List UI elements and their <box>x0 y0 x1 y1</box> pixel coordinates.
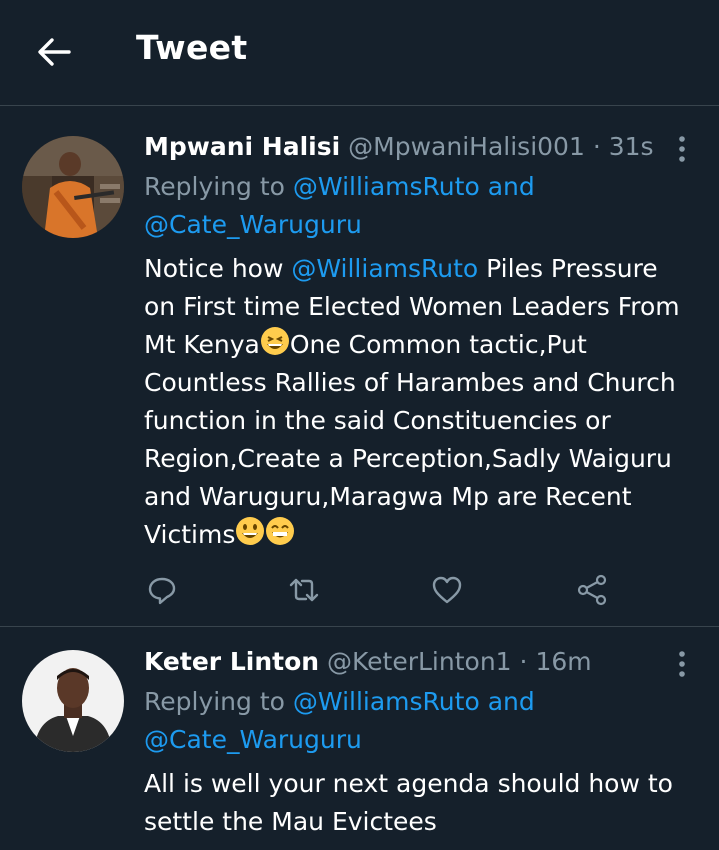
beaming-smile-emoji-icon <box>266 517 295 545</box>
tweet-text-segment: Mt Kenya <box>144 330 260 359</box>
timestamp[interactable]: 16m <box>535 647 591 676</box>
more-vertical-icon <box>679 651 685 677</box>
replying-and[interactable]: and <box>488 172 535 201</box>
tweet-text-segment: and Waruguru,Maragwa Mp are Recent <box>144 482 632 511</box>
separator: · <box>592 132 601 161</box>
top-bar: Tweet <box>0 0 719 105</box>
retweet-icon <box>289 578 319 602</box>
header-divider <box>0 105 719 106</box>
tweet-header: Mpwani Halisi @MpwaniHalisi001 · 31s <box>144 130 654 164</box>
display-name[interactable]: Mpwani Halisi <box>144 132 340 161</box>
share-icon <box>577 574 607 606</box>
tweet-text-segment: Victims <box>144 520 236 549</box>
mention-link[interactable]: @WilliamsRuto <box>293 172 480 201</box>
replying-to: Replying to @WilliamsRuto and @Cate_Waru… <box>144 168 694 244</box>
more-options-button[interactable] <box>668 132 696 166</box>
share-button[interactable] <box>570 570 614 610</box>
mention-link[interactable]: @WilliamsRuto <box>293 687 480 716</box>
mention-link[interactable]: @Cate_Waruguru <box>144 210 362 239</box>
tweet-text: All is well your next agenda should how … <box>144 765 704 841</box>
tweet-text-segment: Countless Rallies of Harambes and Church <box>144 368 676 397</box>
grinning-squinting-emoji-icon <box>260 327 289 355</box>
tweet-text-segment: on First time Elected Women Leaders From <box>144 292 680 321</box>
heart-icon <box>432 576 462 604</box>
tweet[interactable]: Mpwani Halisi @MpwaniHalisi001 · 31s Rep… <box>0 112 719 624</box>
tweet-header: Keter Linton @KeterLinton1 · 16m <box>144 645 592 679</box>
tweet-text-segment: function in the said Constituencies or <box>144 406 611 435</box>
replying-and[interactable]: and <box>488 687 535 716</box>
user-handle[interactable]: @KeterLinton1 <box>327 647 512 676</box>
tweet-actions <box>140 570 620 610</box>
avatar-image <box>22 650 124 752</box>
like-button[interactable] <box>425 570 469 610</box>
tweet-text-segment: Notice how <box>144 254 284 283</box>
page-title: Tweet <box>136 28 248 67</box>
timestamp[interactable]: 31s <box>609 132 654 161</box>
grinning-emoji-icon <box>236 517 265 545</box>
avatar[interactable] <box>22 136 124 238</box>
retweet-button[interactable] <box>282 570 326 610</box>
tweet-text-segment: All is well your next agenda should how … <box>144 769 673 798</box>
replying-prefix: Replying to <box>144 687 285 716</box>
separator: · <box>519 647 528 676</box>
tweet-text-segment: Region,Create a Perception,Sadly Waiguru <box>144 444 672 473</box>
back-button[interactable] <box>32 30 76 74</box>
tweet-text-segment: One Common tactic,Put <box>289 330 587 359</box>
more-vertical-icon <box>679 136 685 162</box>
more-options-button[interactable] <box>668 647 696 681</box>
tweet[interactable]: Keter Linton @KeterLinton1 · 16m Replyin… <box>0 627 719 850</box>
user-handle[interactable]: @MpwaniHalisi001 <box>348 132 585 161</box>
display-name[interactable]: Keter Linton <box>144 647 319 676</box>
tweet-text: Notice how @WilliamsRuto Piles Pressure … <box>144 250 704 554</box>
arrow-left-icon <box>38 38 71 66</box>
avatar-image <box>22 136 124 238</box>
avatar[interactable] <box>22 650 124 752</box>
replying-prefix: Replying to <box>144 172 285 201</box>
reply-icon <box>148 577 176 605</box>
replying-to: Replying to @WilliamsRuto and @Cate_Waru… <box>144 683 694 759</box>
mention-link[interactable]: @Cate_Waruguru <box>144 725 362 754</box>
reply-button[interactable] <box>140 570 184 610</box>
tweet-text-segment: settle the Mau Evictees <box>144 807 437 836</box>
tweet-text-segment: Piles Pressure <box>486 254 658 283</box>
mention-link[interactable]: @WilliamsRuto <box>291 254 478 283</box>
